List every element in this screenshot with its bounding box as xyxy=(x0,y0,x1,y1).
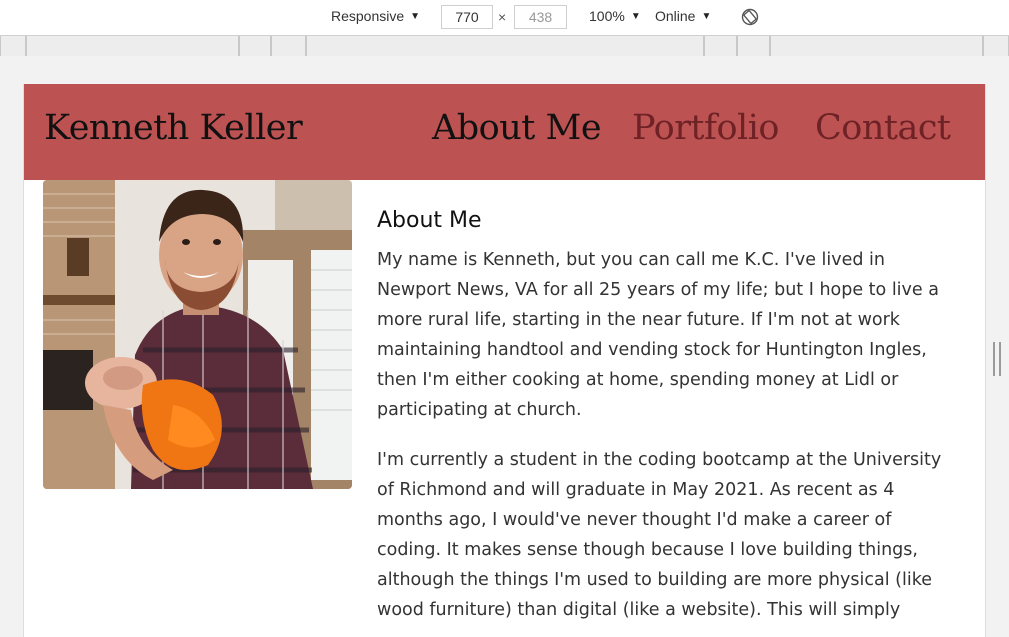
about-section: About Me My name is Kenneth, but you can… xyxy=(377,208,957,637)
device-select[interactable]: Responsive ▼ xyxy=(331,8,420,24)
media-query-segment[interactable] xyxy=(704,36,737,56)
text-line: although the things I'm used to building… xyxy=(377,570,932,590)
text-line: maintaining handtool and vending stock f… xyxy=(377,340,927,360)
device-label: Responsive xyxy=(331,8,405,24)
media-query-segment[interactable] xyxy=(306,36,704,56)
nav-contact-link[interactable]: Contact xyxy=(815,108,951,148)
about-paragraph-2: I'm currently a student in the coding bo… xyxy=(377,445,957,625)
text-line: of Richmond and will graduate in May 202… xyxy=(377,480,895,500)
text-line: participating at church. xyxy=(377,400,582,420)
text-line: more rural life, starting in the near fu… xyxy=(377,310,900,330)
chevron-down-icon: ▼ xyxy=(701,10,712,22)
text-line: Newport News, VA for all 25 years of my … xyxy=(377,280,939,300)
media-query-segment[interactable] xyxy=(26,36,239,56)
media-query-segment[interactable] xyxy=(0,36,26,56)
nav-about-link[interactable]: About Me xyxy=(432,108,602,148)
text-line: I'm currently a student in the coding bo… xyxy=(377,450,942,470)
chevron-down-icon: ▼ xyxy=(410,10,421,22)
resize-handle[interactable] xyxy=(993,342,1001,376)
about-paragraph-1: My name is Kenneth, but you can call me … xyxy=(377,245,957,425)
text-line: then I'm either cooking at home, spendin… xyxy=(377,370,899,390)
site-brand[interactable]: Kenneth Keller xyxy=(44,108,303,148)
height-input[interactable]: 438 xyxy=(514,5,567,29)
throttle-select[interactable]: Online ▼ xyxy=(655,8,711,24)
text-line: months ago, I would've never thought I'd… xyxy=(377,510,892,530)
profile-photo xyxy=(43,180,352,489)
rotate-icon[interactable] xyxy=(741,8,759,26)
chevron-down-icon: ▼ xyxy=(630,10,641,22)
throttle-label: Online xyxy=(655,8,696,24)
text-line: wood furniture) than digital (like a web… xyxy=(377,600,901,620)
device-toolbar: Responsive ▼ 770 × 438 100% ▼ Online ▼ xyxy=(0,0,1009,36)
media-query-segment[interactable] xyxy=(737,36,770,56)
media-query-bar xyxy=(0,36,1009,56)
dimension-separator: × xyxy=(498,9,507,25)
nav-portfolio-link[interactable]: Portfolio xyxy=(632,108,779,148)
text-line: coding. It makes sense though because I … xyxy=(377,540,918,560)
zoom-label: 100% xyxy=(589,8,625,24)
site-navbar: Kenneth Keller About Me Portfolio Contac… xyxy=(24,84,985,180)
zoom-select[interactable]: 100% ▼ xyxy=(589,8,641,24)
page-viewport: Kenneth Keller About Me Portfolio Contac… xyxy=(23,84,986,637)
media-query-segment[interactable] xyxy=(983,36,1009,56)
text-line: My name is Kenneth, but you can call me … xyxy=(377,250,886,270)
width-input[interactable]: 770 xyxy=(441,5,493,29)
media-query-segment[interactable] xyxy=(770,36,983,56)
media-query-segment[interactable] xyxy=(271,36,306,56)
media-query-segment[interactable] xyxy=(239,36,271,56)
about-heading: About Me xyxy=(377,208,482,233)
